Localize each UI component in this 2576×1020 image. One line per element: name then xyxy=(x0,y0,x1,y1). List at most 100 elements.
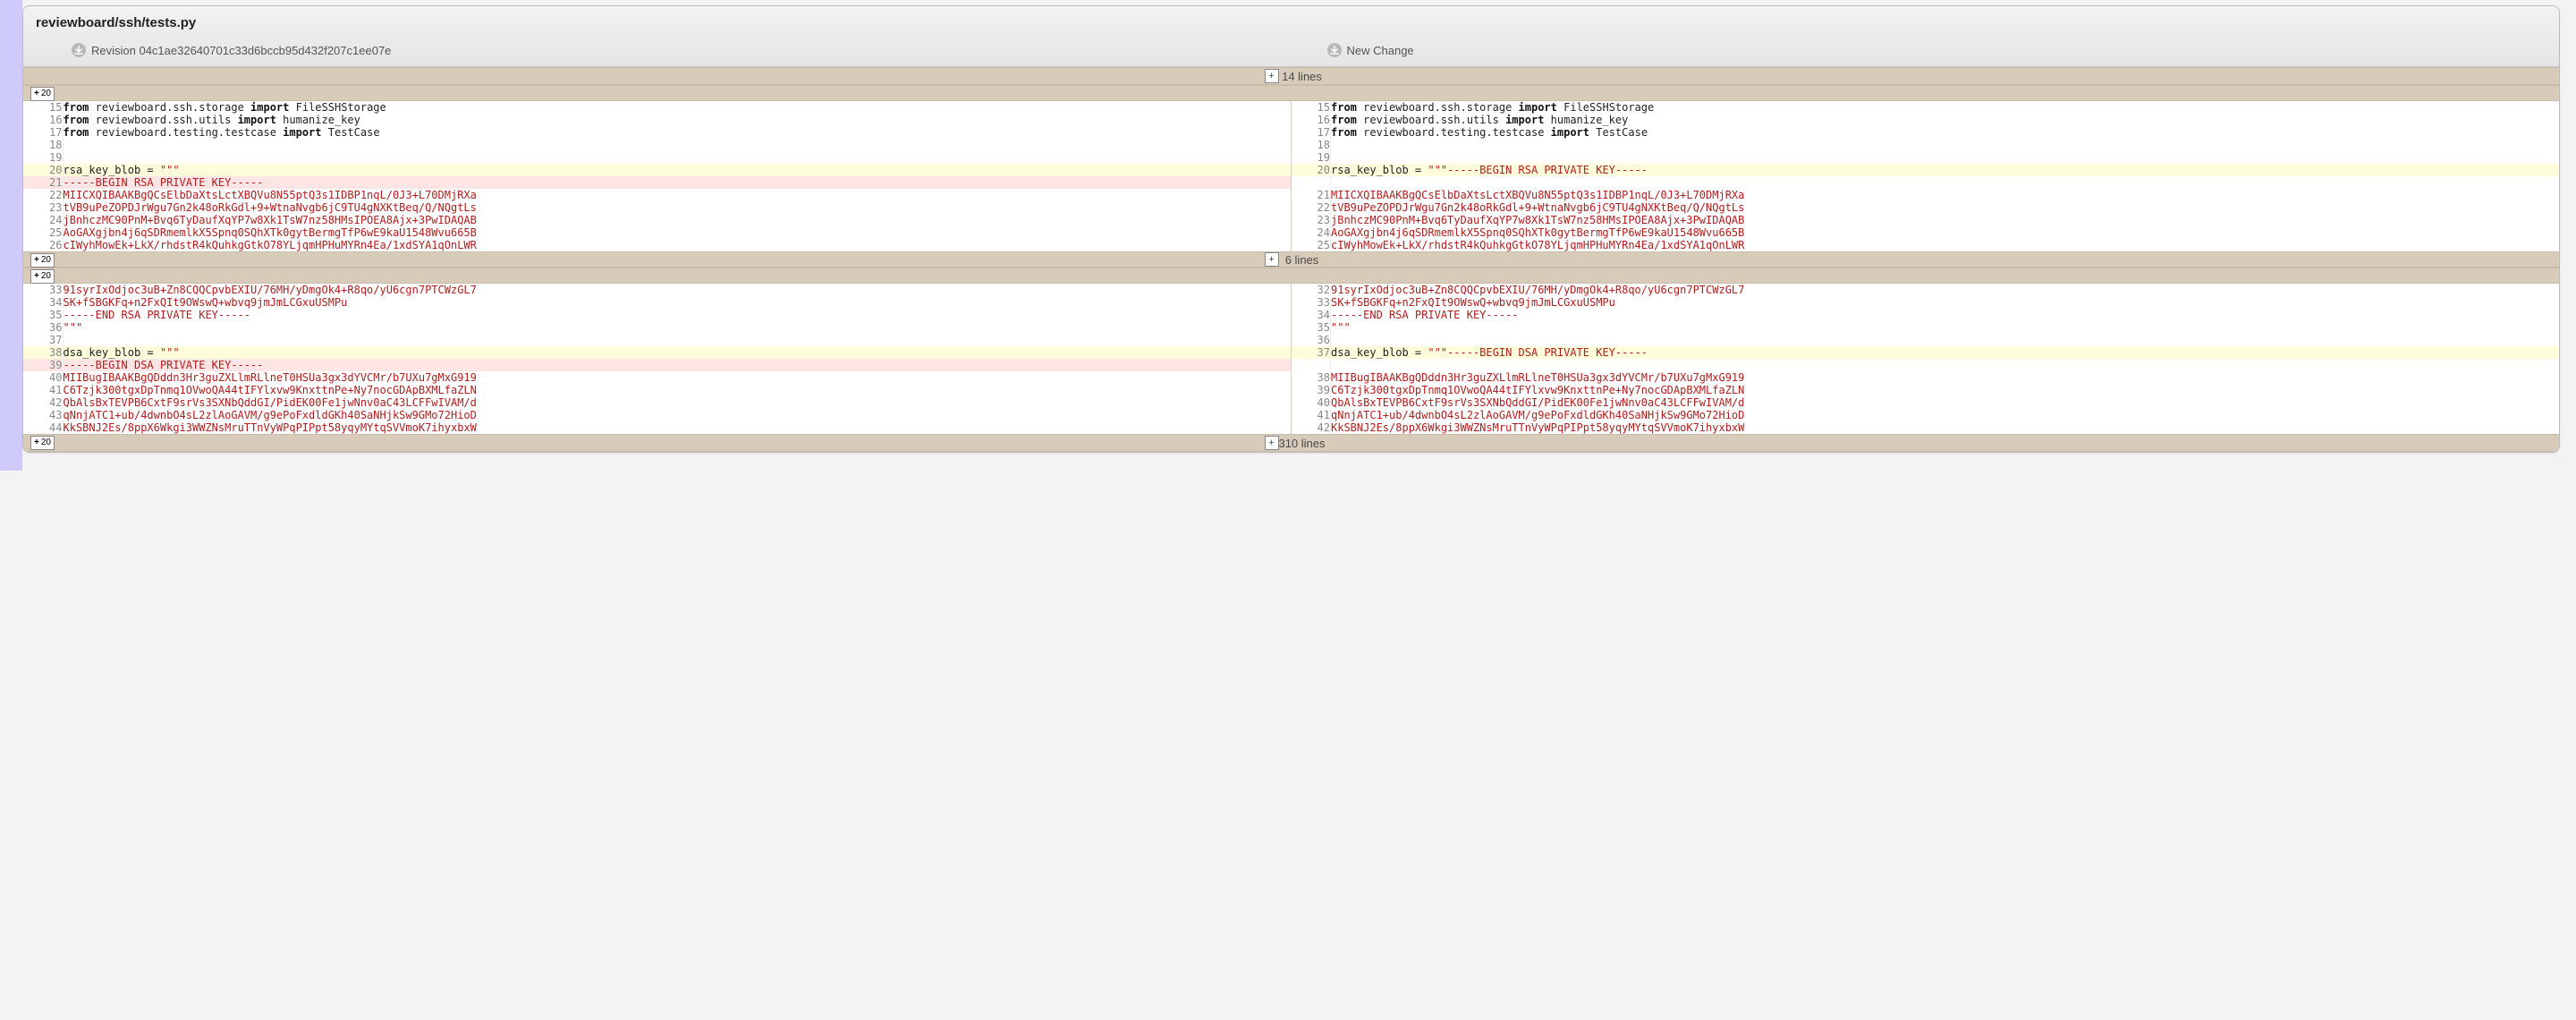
line-number-left: 21 xyxy=(23,176,63,189)
code-left: dsa_key_blob = """ xyxy=(63,346,1292,359)
collapse-bar-bottom: +20 + 310 lines xyxy=(23,434,2559,452)
diff-row[interactable]: 16from reviewboard.ssh.utils import huma… xyxy=(23,114,2559,126)
diff-chunk-1: 15from reviewboard.ssh.storage import Fi… xyxy=(23,101,2559,251)
code-right: KkSBNJ2Es/8ppX6Wkgi3WWZNsMruTTnVyWPqPIPp… xyxy=(1331,421,2560,434)
diff-row[interactable]: 1919 xyxy=(23,151,2559,164)
collapse-bar-top-sub: +20 xyxy=(23,85,2559,101)
diff-row[interactable]: 43qNnjATC1+ub/4dwnbO4sL2zlAoGAVM/g9ePoFx… xyxy=(23,409,2559,421)
line-number-right: 34 xyxy=(1292,309,1331,321)
line-number-right xyxy=(1292,359,1331,371)
code-right: """ xyxy=(1331,321,2560,334)
diff-row[interactable]: 40MIIBugIBAAKBgQDddn3Hr3guZXLlmRLlneT0HS… xyxy=(23,371,2559,384)
code-left: -----BEGIN DSA PRIVATE KEY----- xyxy=(63,359,1292,371)
diff-row[interactable]: 34SK+fSBGKFq+n2FxQIt9OWswQ+wbvq9jmJmLCGx… xyxy=(23,296,2559,309)
code-right: rsa_key_blob = """-----BEGIN RSA PRIVATE… xyxy=(1331,164,2560,176)
diff-row[interactable]: 24jBnhczMC90PnM+Bvq6TyDaufXqYP7w8Xk1TsW7… xyxy=(23,214,2559,226)
code-left: MIICXQIBAAKBgQCsElbDaXtsLctXBQVu8N55ptQ3… xyxy=(63,189,1292,201)
diff-file-container: reviewboard/ssh/tests.py Revision 04c1ae… xyxy=(22,5,2560,453)
expand-mid-button[interactable]: + xyxy=(1265,252,1279,267)
line-number-left: 42 xyxy=(23,396,63,409)
expand-up-20-button-bottom[interactable]: +20 xyxy=(30,436,55,450)
collapse-bottom-label: 310 lines xyxy=(1278,437,1325,450)
diff-row[interactable]: 42QbAlsBxTEVPB6CxtF9srVs3SXNbQddGI/PidEK… xyxy=(23,396,2559,409)
code-right: SK+fSBGKFq+n2FxQIt9OWswQ+wbvq9jmJmLCGxuU… xyxy=(1331,296,2560,309)
revision-right-label: New Change xyxy=(1347,44,1414,57)
diff-row[interactable]: 20rsa_key_blob = """20rsa_key_blob = """… xyxy=(23,164,2559,176)
expand-bottom-button[interactable]: + xyxy=(1265,436,1279,450)
line-number-left: 17 xyxy=(23,126,63,139)
diff-row[interactable]: 38dsa_key_blob = """37dsa_key_blob = """… xyxy=(23,346,2559,359)
line-number-left: 35 xyxy=(23,309,63,321)
code-right: 91syrIxOdjoc3uB+Zn8CQQCpvbEXIU/76MH/yDmg… xyxy=(1331,284,2560,296)
code-left xyxy=(63,334,1292,346)
line-number-left: 44 xyxy=(23,421,63,434)
diff-row[interactable]: 41C6Tzjk300tgxDpTnmq1OVwoQA44tIFYlxvw9Kn… xyxy=(23,384,2559,396)
diff-row[interactable]: 22MIICXQIBAAKBgQCsElbDaXtsLctXBQVu8N55pt… xyxy=(23,189,2559,201)
download-left-icon[interactable] xyxy=(72,43,86,57)
code-left: -----BEGIN RSA PRIVATE KEY----- xyxy=(63,176,1292,189)
line-number-left: 26 xyxy=(23,239,63,251)
line-number-left: 43 xyxy=(23,409,63,421)
line-number-left: 37 xyxy=(23,334,63,346)
line-number-right: 24 xyxy=(1292,226,1331,239)
code-right xyxy=(1331,334,2560,346)
line-number-right: 21 xyxy=(1292,189,1331,201)
code-right xyxy=(1331,359,2560,371)
code-left: jBnhczMC90PnM+Bvq6TyDaufXqYP7w8Xk1TsW7nz… xyxy=(63,214,1292,226)
code-right: tVB9uPeZOPDJrWgu7Gn2k48oRkGdl+9+WtnaNvgb… xyxy=(1331,201,2560,214)
code-left: cIWyhMowEk+LkX/rhdstR4kQuhkgGtkO78YLjqmH… xyxy=(63,239,1292,251)
code-right: AoGAXgjbn4j6qSDRmemlkX5Spnq0SQhXTk0gytBe… xyxy=(1331,226,2560,239)
line-number-left: 16 xyxy=(23,114,63,126)
line-number-left: 39 xyxy=(23,359,63,371)
diff-row[interactable]: 17from reviewboard.testing.testcase impo… xyxy=(23,126,2559,139)
code-left: -----END RSA PRIVATE KEY----- xyxy=(63,309,1292,321)
code-right: jBnhczMC90PnM+Bvq6TyDaufXqYP7w8Xk1TsW7nz… xyxy=(1331,214,2560,226)
line-number-left: 25 xyxy=(23,226,63,239)
diff-row[interactable]: 25AoGAXgjbn4j6qSDRmemlkX5Spnq0SQhXTk0gyt… xyxy=(23,226,2559,239)
line-number-right: 23 xyxy=(1292,214,1331,226)
diff-row[interactable]: 15from reviewboard.ssh.storage import Fi… xyxy=(23,101,2559,114)
file-path: reviewboard/ssh/tests.py xyxy=(36,15,2546,30)
line-number-left: 38 xyxy=(23,346,63,359)
line-number-right: 42 xyxy=(1292,421,1331,434)
file-header: reviewboard/ssh/tests.py Revision 04c1ae… xyxy=(23,6,2559,67)
code-left: from reviewboard.ssh.storage import File… xyxy=(63,101,1292,114)
download-right-icon[interactable] xyxy=(1327,43,1342,57)
diff-row[interactable]: 21-----BEGIN RSA PRIVATE KEY----- xyxy=(23,176,2559,189)
diff-row[interactable]: 1818 xyxy=(23,139,2559,151)
code-right: from reviewboard.testing.testcase import… xyxy=(1331,126,2560,139)
line-number-right: 25 xyxy=(1292,239,1331,251)
diff-row[interactable]: 26cIWyhMowEk+LkX/rhdstR4kQuhkgGtkO78YLjq… xyxy=(23,239,2559,251)
diff-row[interactable]: 35-----END RSA PRIVATE KEY-----34-----EN… xyxy=(23,309,2559,321)
expand-up-20-button-mid[interactable]: +20 xyxy=(30,253,55,268)
line-number-right: 38 xyxy=(1292,371,1331,384)
collapse-bar-mid-up: +20 + 6 lines xyxy=(23,251,2559,268)
code-left: SK+fSBGKFq+n2FxQIt9OWswQ+wbvq9jmJmLCGxuU… xyxy=(63,296,1292,309)
line-number-right: 33 xyxy=(1292,296,1331,309)
code-left: QbAlsBxTEVPB6CxtF9srVs3SXNbQddGI/PidEK00… xyxy=(63,396,1292,409)
line-number-left: 18 xyxy=(23,139,63,151)
diff-chunk-2: 3391syrIxOdjoc3uB+Zn8CQQCpvbEXIU/76MH/yD… xyxy=(23,284,2559,434)
line-number-right: 15 xyxy=(1292,101,1331,114)
code-left: AoGAXgjbn4j6qSDRmemlkX5Spnq0SQhXTk0gytBe… xyxy=(63,226,1292,239)
code-right: C6Tzjk300tgxDpTnmq1OVwoQA44tIFYlxvw9Knxt… xyxy=(1331,384,2560,396)
line-number-right: 19 xyxy=(1292,151,1331,164)
line-number-right: 40 xyxy=(1292,396,1331,409)
diff-row[interactable]: 3736 xyxy=(23,334,2559,346)
diff-row[interactable]: 23tVB9uPeZOPDJrWgu7Gn2k48oRkGdl+9+WtnaNv… xyxy=(23,201,2559,214)
expand-down-20-button-mid[interactable]: +20 xyxy=(30,269,55,284)
line-number-left: 15 xyxy=(23,101,63,114)
expand-down-20-button-1[interactable]: +20 xyxy=(30,87,55,101)
line-number-right xyxy=(1292,176,1331,189)
line-number-right: 41 xyxy=(1292,409,1331,421)
diff-row[interactable]: 44 KkSBNJ2Es/8ppX6Wkgi3WWZNsMruTTnVyWPqPI… xyxy=(23,421,2559,434)
diff-row[interactable]: 3391syrIxOdjoc3uB+Zn8CQQCpvbEXIU/76MH/yD… xyxy=(23,284,2559,296)
code-left: from reviewboard.testing.testcase import… xyxy=(63,126,1292,139)
code-right: MIICXQIBAAKBgQCsElbDaXtsLctXBQVu8N55ptQ3… xyxy=(1331,189,2560,201)
code-right: from reviewboard.ssh.storage import File… xyxy=(1331,101,2560,114)
collapse-mid-label: 6 lines xyxy=(1285,253,1319,267)
code-right xyxy=(1331,139,2560,151)
diff-row[interactable]: 36"""35""" xyxy=(23,321,2559,334)
diff-row[interactable]: 39-----BEGIN DSA PRIVATE KEY----- xyxy=(23,359,2559,371)
expand-top-button[interactable]: + xyxy=(1265,69,1279,83)
